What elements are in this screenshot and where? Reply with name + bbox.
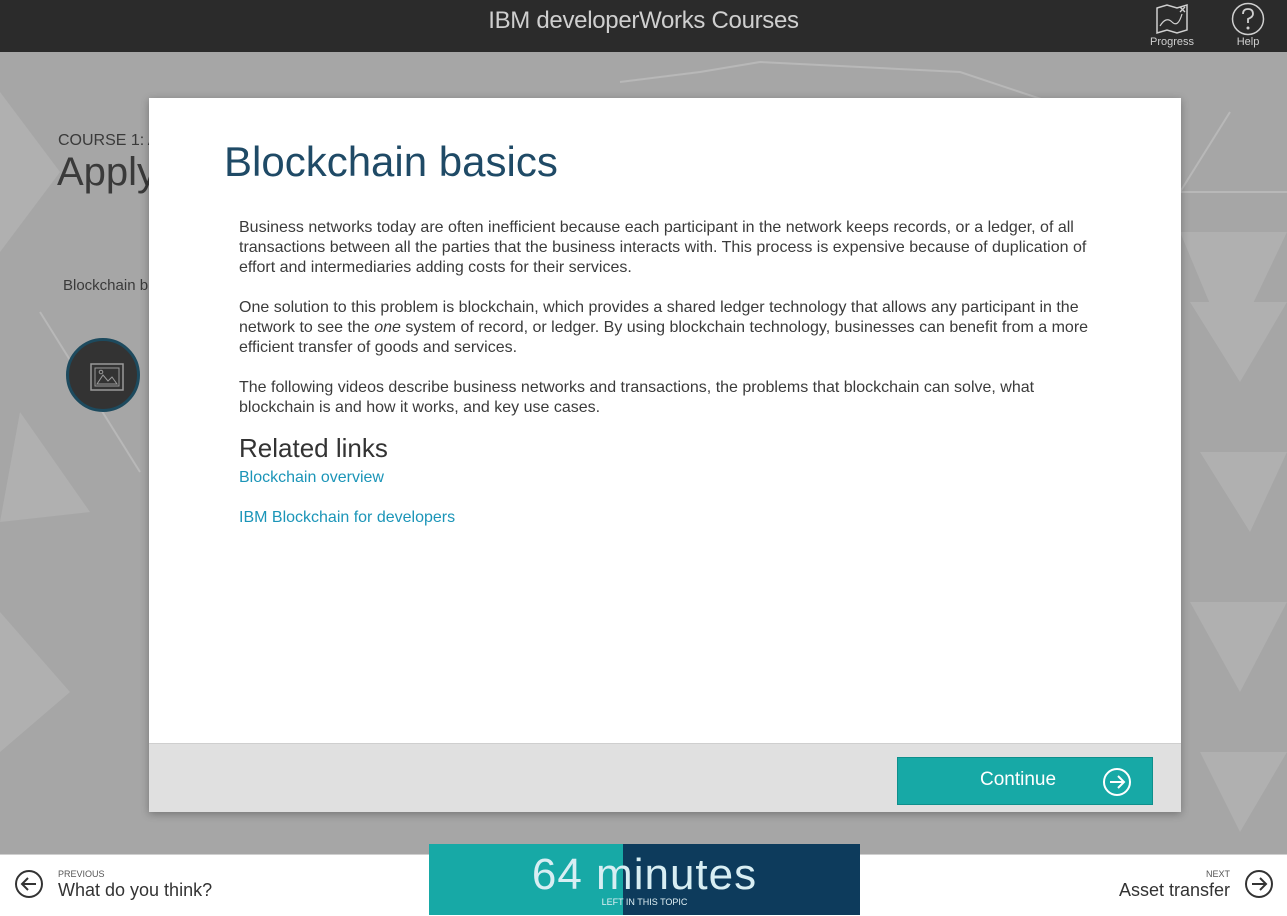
link-ibm-blockchain-developers[interactable]: IBM Blockchain for developers <box>239 508 1099 528</box>
continue-button[interactable]: Continue <box>897 757 1153 805</box>
help-button[interactable]: Help <box>1218 0 1278 52</box>
arrow-right-circle-icon <box>1245 870 1273 898</box>
next-topic-button[interactable]: NEXT Asset transfer <box>1054 869 1274 909</box>
topic-image-button[interactable] <box>66 338 140 412</box>
arrow-right-circle-icon <box>1103 768 1131 796</box>
help-label: Help <box>1236 36 1260 48</box>
link-blockchain-overview[interactable]: Blockchain overview <box>239 468 1099 488</box>
modal-title: Blockchain basics <box>224 138 558 185</box>
modal-body: Business networks today are often ineffi… <box>239 218 1099 548</box>
time-remaining-value: 64 minutes <box>531 850 758 899</box>
intro-paragraph: Business networks today are often ineffi… <box>239 219 1087 276</box>
image-icon <box>90 363 124 391</box>
modal-footer: Continue <box>149 743 1181 812</box>
page-title: Apply <box>57 150 158 194</box>
help-question-icon <box>1231 2 1265 36</box>
course-label: COURSE 1: A <box>58 132 159 149</box>
previous-topic-title: What do you think? <box>58 880 213 900</box>
top-bar: IBM developerWorks Courses Progress Help <box>0 0 1287 52</box>
progress-button[interactable]: Progress <box>1142 0 1202 52</box>
related-links-heading: Related links <box>239 433 388 463</box>
solution-paragraph: One solution to this problem is blockcha… <box>239 299 1089 356</box>
videos-paragraph: The following videos describe business n… <box>239 379 1035 416</box>
topic-tab[interactable]: Blockchain b <box>63 277 148 294</box>
arrow-left-circle-icon <box>15 870 43 898</box>
time-remaining-caption: LEFT IN THIS TOPIC <box>601 897 688 907</box>
topic-modal: Blockchain basics Business networks toda… <box>149 98 1181 812</box>
time-remaining-widget: 64 minutes LEFT IN THIS TOPIC <box>429 844 860 915</box>
next-topic-title: Asset transfer <box>1118 880 1230 900</box>
progress-label: Progress <box>1149 36 1195 48</box>
next-caption: NEXT <box>1205 869 1230 879</box>
app-title: IBM developerWorks Courses <box>488 7 799 34</box>
progress-map-icon <box>1156 3 1188 35</box>
previous-caption: PREVIOUS <box>58 869 105 879</box>
